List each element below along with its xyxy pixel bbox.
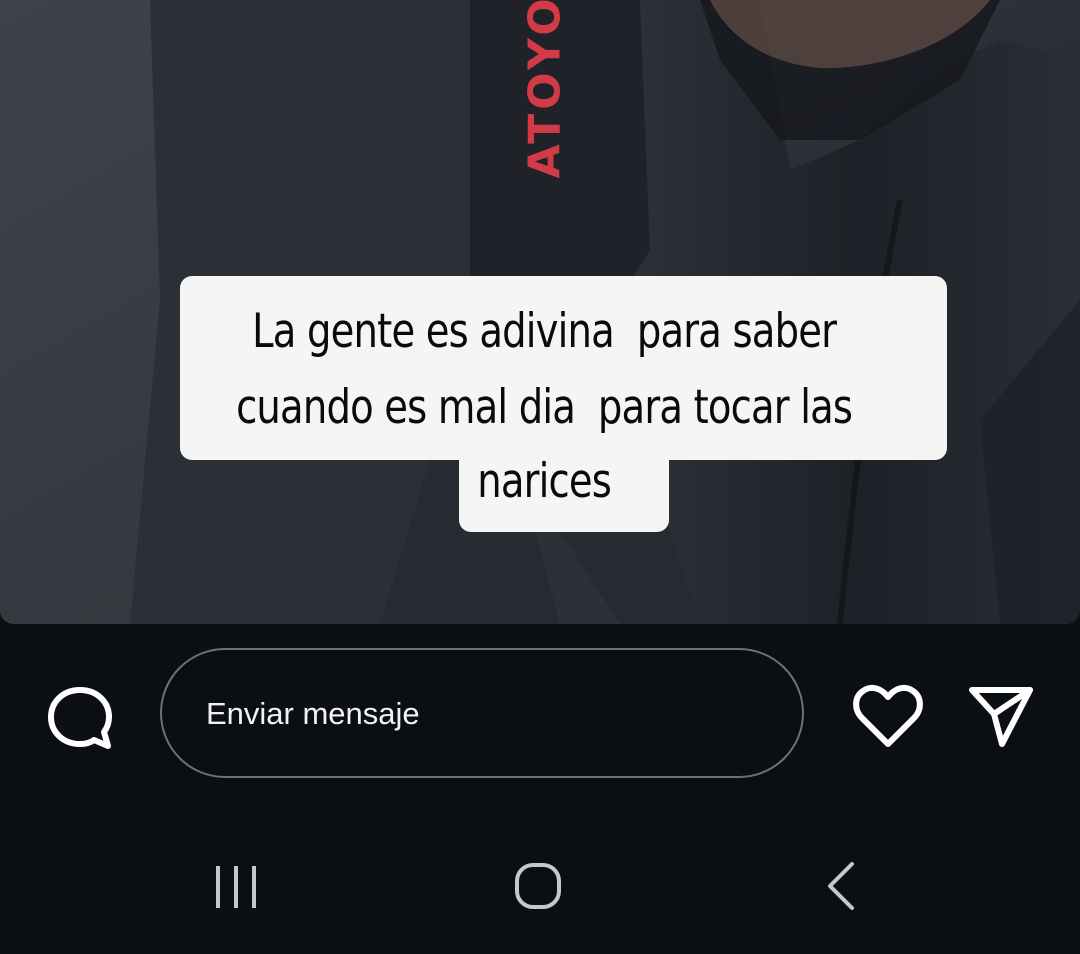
speech-bubble-icon[interactable] (44, 682, 116, 754)
paper-plane-icon[interactable] (964, 680, 1038, 750)
home-icon[interactable] (508, 856, 568, 916)
story-screen: ATOYO La gente es adivina para saber cua… (0, 0, 1080, 954)
message-placeholder: Enviar mensaje (206, 696, 420, 731)
hoodie-brand-text: ATOYO (519, 0, 571, 179)
message-input[interactable]: Enviar mensaje (160, 648, 804, 778)
story-photo[interactable]: ATOYO La gente es adivina para saber cua… (0, 0, 1080, 624)
heart-icon[interactable] (850, 682, 926, 752)
caption-line-3: narices (477, 454, 612, 509)
caption-line-1: La gente es adivina para saber (252, 304, 837, 359)
back-chevron-icon[interactable] (812, 856, 872, 916)
recent-apps-icon[interactable] (206, 862, 266, 912)
caption-line-2: cuando es mal dia para tocar las (236, 380, 853, 435)
